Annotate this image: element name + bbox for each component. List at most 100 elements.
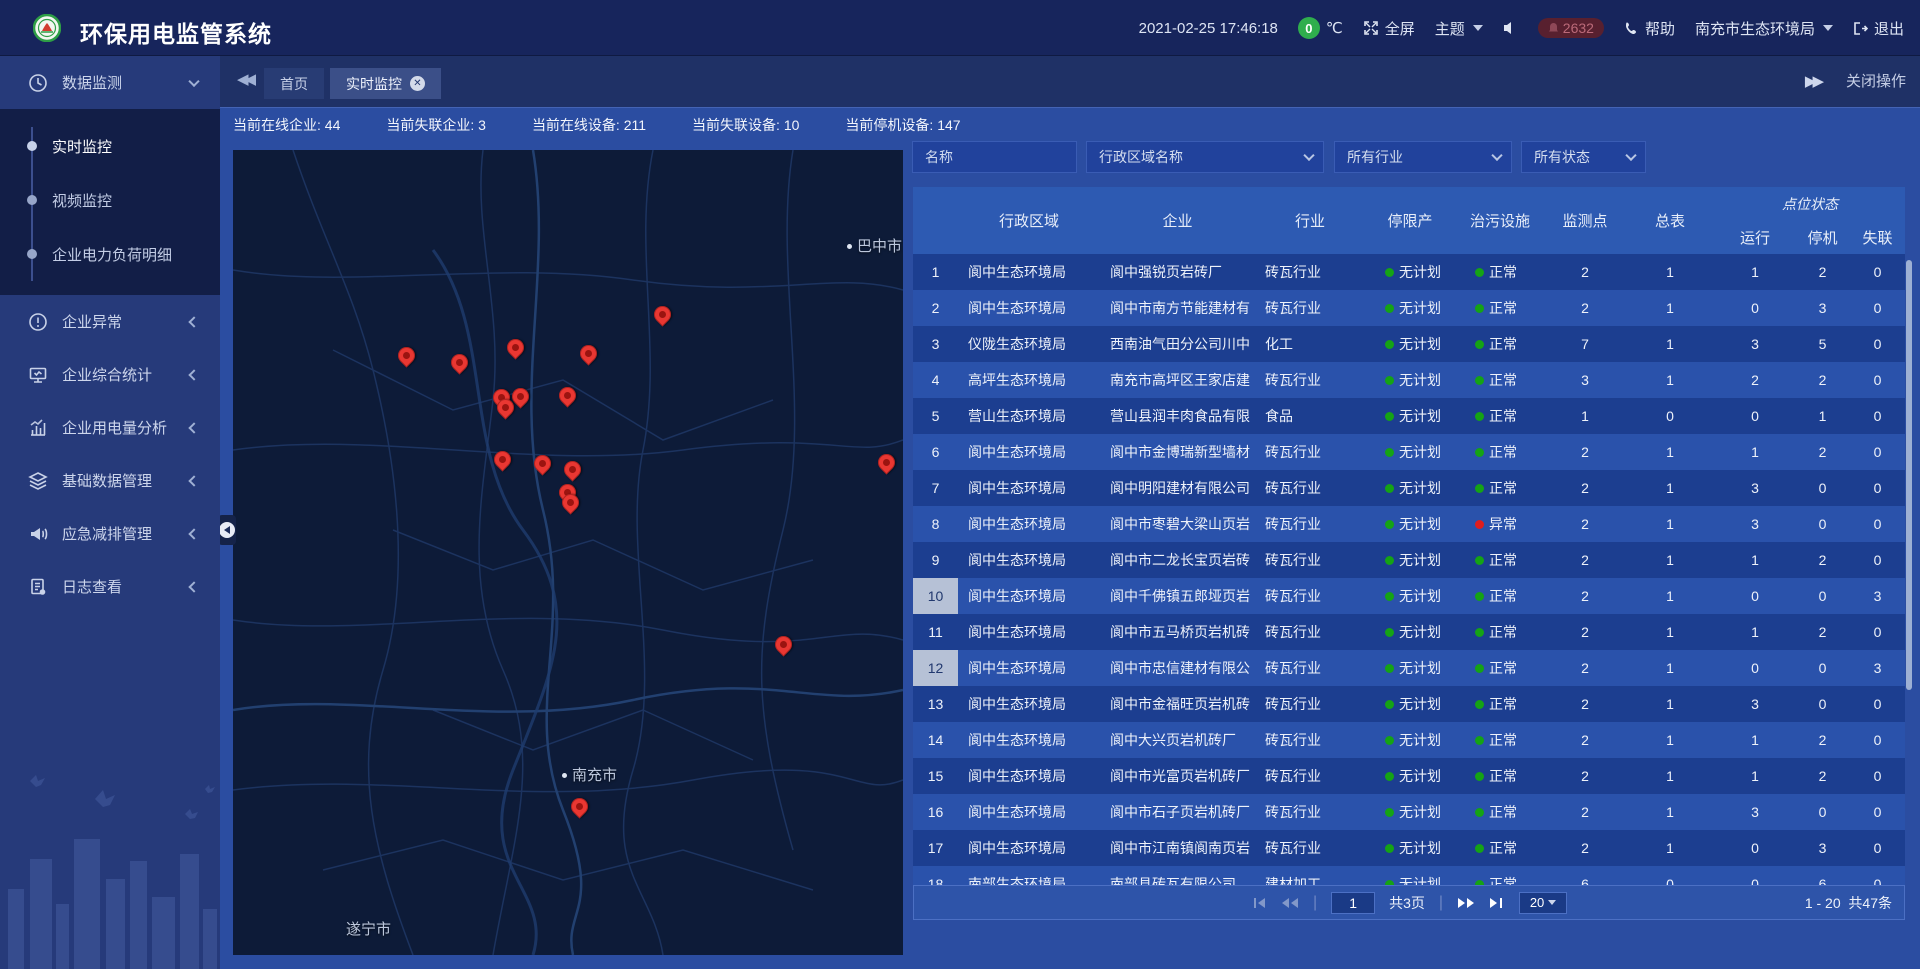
status-dot-icon (1475, 556, 1484, 565)
total-meters-cell: 1 (1625, 578, 1715, 614)
logout-button[interactable]: 退出 (1853, 18, 1904, 39)
tab-label: 实时监控 (346, 74, 402, 94)
table-row[interactable]: 18南部生态环境局南部县砖瓦有限公司建材加工无计划正常60060 (913, 866, 1905, 885)
last-page-button[interactable] (1489, 897, 1505, 909)
industry-cell: 砖瓦行业 (1255, 722, 1365, 758)
table-row[interactable]: 7阆中生态环境局阆中明阳建材有限公司砖瓦行业无计划正常21300 (913, 470, 1905, 506)
stat-item: 当前停机设备: 147 (845, 115, 960, 135)
row-index-cell: 18 (913, 866, 958, 885)
monitor-points-cell: 2 (1545, 434, 1625, 470)
col-header-offline: 失联 (1850, 221, 1905, 254)
sidebar-item-企业异常[interactable]: 企业异常 (0, 295, 220, 348)
stopped-count-cell: 3 (1795, 290, 1850, 326)
pollution-facility-cell: 正常 (1455, 830, 1545, 866)
tab-close-icon[interactable]: ✕ (410, 76, 425, 91)
sidebar-subitem-实时监控[interactable]: 实时监控 (0, 119, 220, 173)
sidebar-item-日志查看[interactable]: 日志查看 (0, 560, 220, 613)
sidebar-subitem-视频监控[interactable]: 视频监控 (0, 173, 220, 227)
sidebar-item-基础数据管理[interactable]: 基础数据管理 (0, 454, 220, 507)
sidebar-item-数据监测[interactable]: 数据监测 (0, 56, 220, 109)
prev-page-button[interactable] (1281, 897, 1299, 909)
col-header-industry: 行业 (1255, 187, 1365, 254)
industry-cell: 砖瓦行业 (1255, 290, 1365, 326)
org-dropdown[interactable]: 南充市生态环境局 (1695, 18, 1833, 39)
sidebar-item-企业用电量分析[interactable]: 企业用电量分析 (0, 401, 220, 454)
table-row[interactable]: 8阆中生态环境局阆中市枣碧大梁山页岩砖瓦行业无计划异常21300 (913, 506, 1905, 542)
row-index-cell: 2 (913, 290, 958, 326)
stopped-count-cell: 0 (1795, 794, 1850, 830)
bullet-dot-icon (27, 141, 37, 151)
close-operations-button[interactable]: 关闭操作 (1846, 70, 1906, 91)
running-count-cell: 1 (1715, 614, 1795, 650)
page-size-select[interactable]: 20 (1519, 892, 1567, 914)
status-select[interactable]: 所有状态 (1521, 141, 1646, 173)
chevron-down-icon (1823, 25, 1833, 31)
tabs-scroll-left-button[interactable]: ◀◀ (237, 70, 252, 88)
stopped-count-cell: 2 (1795, 722, 1850, 758)
tab-bar: ◀◀ 首页 实时监控 ✕ ▶▶ 关闭操作 (220, 56, 1920, 107)
table-row[interactable]: 17阆中生态环境局阆中市江南镇阆南页岩砖瓦行业无计划正常21030 (913, 830, 1905, 866)
table-row[interactable]: 9阆中生态环境局阆中市二龙长宝页岩砖砖瓦行业无计划正常21120 (913, 542, 1905, 578)
sidebar-item-应急减排管理[interactable]: 应急减排管理 (0, 507, 220, 560)
table-scrollbar[interactable] (1906, 260, 1912, 690)
table-row[interactable]: 6阆中生态环境局阆中市金博瑞新型墙材砖瓦行业无计划正常21120 (913, 434, 1905, 470)
pagination-range-label: 1 - 20 共47条 (1805, 886, 1892, 919)
pollution-facility-cell: 正常 (1455, 794, 1545, 830)
company-cell: 阆中市五马桥页岩机砖 (1100, 614, 1255, 650)
table-row[interactable]: 15阆中生态环境局阆中市光富页岩机砖厂砖瓦行业无计划正常21120 (913, 758, 1905, 794)
company-cell: 阆中市枣碧大梁山页岩 (1100, 506, 1255, 542)
region-select[interactable]: 行政区域名称 (1086, 141, 1324, 173)
status-stats-bar: 当前在线企业: 44当前失联企业: 3当前在线设备: 211当前失联设备: 10… (233, 110, 961, 140)
notification-badge[interactable]: 2632 (1538, 18, 1604, 38)
table-row[interactable]: 13阆中生态环境局阆中市金福旺页岩机砖砖瓦行业无计划正常21300 (913, 686, 1905, 722)
next-page-button[interactable] (1457, 897, 1475, 909)
stat-label: 当前停机设备: (845, 117, 937, 133)
table-row[interactable]: 16阆中生态环境局阆中市石子页岩机砖厂砖瓦行业无计划正常21300 (913, 794, 1905, 830)
page-number-input[interactable]: 1 (1331, 892, 1375, 914)
table-row[interactable]: 4高坪生态环境局南充市高坪区王家店建砖瓦行业无计划正常31220 (913, 362, 1905, 398)
company-cell: 营山县润丰肉食品有限 (1100, 398, 1255, 434)
table-row[interactable]: 12阆中生态环境局阆中市忠信建材有限公砖瓦行业无计划正常21003 (913, 650, 1905, 686)
help-button[interactable]: 帮助 (1624, 18, 1675, 39)
limit-production-cell: 无计划 (1365, 686, 1455, 722)
sidebar-subitem-企业电力负荷明细[interactable]: 企业电力负荷明细 (0, 227, 220, 281)
mute-button[interactable] (1503, 21, 1518, 35)
status-dot-icon (1385, 700, 1394, 709)
tabs-scroll-right-button[interactable]: ▶▶ (1805, 72, 1820, 90)
status-dot-icon (1475, 304, 1484, 313)
name-search-input[interactable] (925, 149, 1064, 165)
row-index-cell: 5 (913, 398, 958, 434)
col-header-limit: 停限产 (1365, 187, 1455, 254)
table-row[interactable]: 3仪陇生态环境局西南油气田分公司川中化工无计划正常71350 (913, 326, 1905, 362)
table-row[interactable]: 14阆中生态环境局阆中大兴页岩机砖厂砖瓦行业无计划正常21120 (913, 722, 1905, 758)
running-count-cell: 0 (1715, 866, 1795, 885)
pollution-facility-cell: 正常 (1455, 578, 1545, 614)
row-index-cell: 1 (913, 254, 958, 290)
table-row[interactable]: 2阆中生态环境局阆中市南方节能建材有砖瓦行业无计划正常21030 (913, 290, 1905, 326)
table-row[interactable]: 5营山生态环境局营山县润丰肉食品有限食品无计划正常10010 (913, 398, 1905, 434)
table-row[interactable]: 1阆中生态环境局阆中强锐页岩砖厂砖瓦行业无计划正常21120 (913, 254, 1905, 290)
temperature-unit: ℃ (1326, 19, 1343, 37)
tab-实时监控[interactable]: 实时监控 ✕ (330, 68, 441, 99)
sidebar-item-企业综合统计[interactable]: 企业综合统计 (0, 348, 220, 401)
tab-首页[interactable]: 首页 (264, 68, 324, 99)
sidebar-subitem-label: 企业电力负荷明细 (52, 244, 172, 265)
total-meters-cell: 1 (1625, 542, 1715, 578)
industry-select[interactable]: 所有行业 (1334, 141, 1512, 173)
stopped-count-cell: 2 (1795, 434, 1850, 470)
fullscreen-button[interactable]: 全屏 (1363, 18, 1415, 39)
theme-dropdown[interactable]: 主题 (1435, 18, 1483, 39)
table-row[interactable]: 11阆中生态环境局阆中市五马桥页岩机砖砖瓦行业无计划正常21120 (913, 614, 1905, 650)
sidebar-collapse-button[interactable] (218, 515, 236, 545)
first-page-button[interactable] (1251, 897, 1267, 909)
running-count-cell: 3 (1715, 686, 1795, 722)
table-row[interactable]: 10阆中生态环境局阆中千佛镇五郎垭页岩砖瓦行业无计划正常21003 (913, 578, 1905, 614)
status-dot-icon (1385, 736, 1394, 745)
row-index-cell: 14 (913, 722, 958, 758)
gis-map[interactable]: 巴中市南充市遂宁市 (233, 150, 903, 955)
company-cell: 阆中市金博瑞新型墙材 (1100, 434, 1255, 470)
offline-count-cell: 0 (1850, 362, 1905, 398)
stopped-count-cell: 6 (1795, 866, 1850, 885)
chevron-down-icon (1548, 900, 1556, 905)
sidebar-item-label: 数据监测 (62, 72, 122, 93)
